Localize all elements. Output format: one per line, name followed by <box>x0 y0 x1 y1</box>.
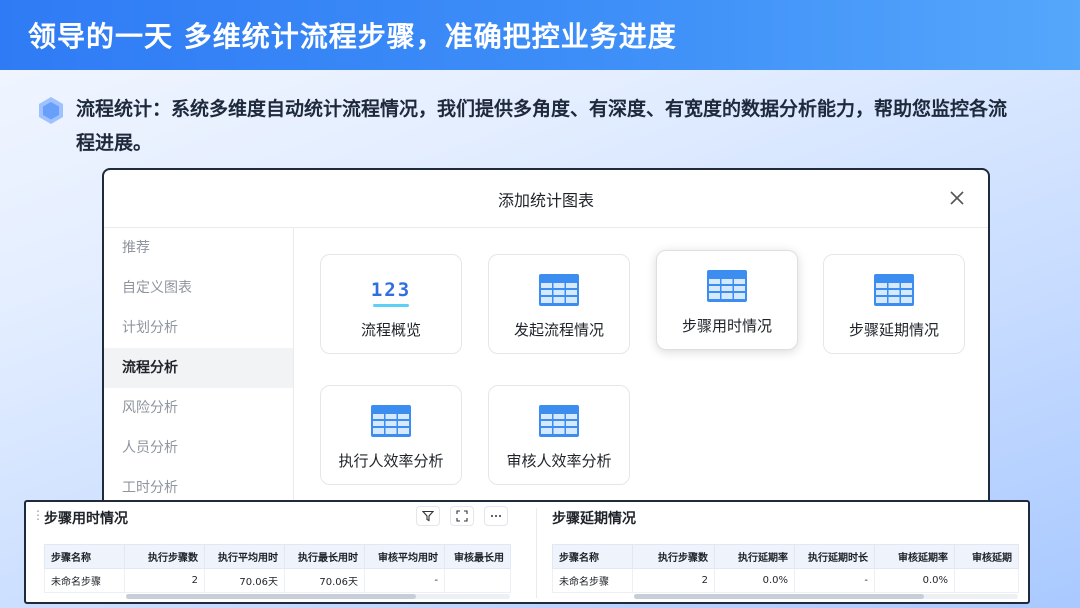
column-header[interactable]: 审核延期率 <box>874 544 955 569</box>
close-button[interactable] <box>946 187 968 209</box>
close-icon <box>950 191 964 205</box>
table-icon <box>371 405 411 437</box>
column-header[interactable]: 执行延期时长 <box>794 544 875 569</box>
card-step-delay[interactable]: 步骤延期情况 <box>823 254 965 354</box>
scrollbar-thumb[interactable] <box>634 594 924 599</box>
column-header[interactable]: 步骤名称 <box>44 544 125 569</box>
step-delay-panel: 步骤延期情况 步骤名称 执行步骤数 执行延期率 执行延期时长 审核延期率 审核延… <box>550 502 1030 602</box>
card-label: 审核人效率分析 <box>506 452 612 470</box>
card-label: 步骤延期情况 <box>848 321 939 339</box>
more-button[interactable] <box>484 506 508 526</box>
scrollbar-thumb[interactable] <box>126 594 416 599</box>
nav-item-risk-analysis[interactable]: 风险分析 <box>104 388 293 428</box>
column-header[interactable]: 执行步骤数 <box>124 544 205 569</box>
dashboard-panels: ⋮⋮ 步骤用时情况 步骤名称 执行步骤数 执行平均用时 执行最长用时 审核平均用… <box>24 500 1030 604</box>
panel-title: 步骤延期情况 <box>552 511 636 527</box>
card-initiated-process[interactable]: 发起流程情况 <box>488 254 630 354</box>
table-cell: - <box>364 568 445 593</box>
step-delay-table: 步骤名称 执行步骤数 执行延期率 执行延期时长 审核延期率 审核延期 未命名步骤… <box>552 544 1019 593</box>
slide-header: 领导的一天 多维统计流程步骤，准确把控业务进度 <box>0 0 1080 70</box>
table-cell: 70.06天 <box>204 568 285 593</box>
column-header[interactable]: 执行延期率 <box>714 544 795 569</box>
hexagon-icon <box>39 97 63 124</box>
modal-header: 添加统计图表 <box>104 170 988 228</box>
intro-text: 流程统计：系统多维度自动统计流程情况，我们提供多角度、有深度、有宽度的数据分析能… <box>76 98 1008 154</box>
table-cell <box>444 568 511 593</box>
table-icon <box>874 274 914 306</box>
card-step-duration[interactable]: 步骤用时情况 <box>656 250 798 350</box>
table-cell: 未命名步骤 <box>44 568 125 593</box>
column-header[interactable]: 审核延期 <box>954 544 1019 569</box>
step-duration-panel: ⋮⋮ 步骤用时情况 步骤名称 执行步骤数 执行平均用时 执行最长用时 审核平均用… <box>26 502 532 602</box>
card-label: 步骤用时情况 <box>681 317 772 335</box>
card-process-overview[interactable]: 123 流程概览 <box>320 254 462 354</box>
more-icon <box>491 515 501 517</box>
panel-divider <box>536 508 537 598</box>
column-header[interactable]: 审核最长用 <box>444 544 511 569</box>
chart-cards: 123 流程概览 发起流程情况 步骤用时情况 步骤延期情况 执行人效率分析 审核… <box>294 228 988 506</box>
expand-button[interactable] <box>450 506 474 526</box>
step-duration-table: 步骤名称 执行步骤数 执行平均用时 执行最长用时 审核平均用时 审核最长用 未命… <box>44 544 511 593</box>
nav-item-plan-analysis[interactable]: 计划分析 <box>104 308 293 348</box>
add-chart-modal: 添加统计图表 推荐 自定义图表 计划分析 流程分析 风险分析 人员分析 工时分析… <box>102 168 990 508</box>
category-nav: 推荐 自定义图表 计划分析 流程分析 风险分析 人员分析 工时分析 <box>104 228 294 506</box>
table-icon <box>539 274 579 306</box>
table-icon <box>707 270 747 302</box>
table-cell: - <box>794 568 875 593</box>
card-label: 流程概览 <box>360 321 421 339</box>
expand-icon <box>456 510 468 522</box>
filter-icon <box>422 510 434 522</box>
column-header[interactable]: 执行步骤数 <box>632 544 715 569</box>
card-executor-efficiency[interactable]: 执行人效率分析 <box>320 385 462 485</box>
modal-title: 添加统计图表 <box>497 190 594 210</box>
nav-item-process-analysis[interactable]: 流程分析 <box>104 348 293 388</box>
table-cell: 2 <box>632 568 715 593</box>
filter-button[interactable] <box>416 506 440 526</box>
horizontal-scrollbar[interactable] <box>126 594 510 599</box>
column-header[interactable]: 步骤名称 <box>552 544 633 569</box>
table-row[interactable]: 未命名步骤 2 70.06天 70.06天 - <box>44 568 511 593</box>
table-header-row: 步骤名称 执行步骤数 执行平均用时 执行最长用时 审核平均用时 审核最长用 <box>44 544 511 569</box>
column-header[interactable]: 执行平均用时 <box>204 544 285 569</box>
nav-item-recommend[interactable]: 推荐 <box>104 228 293 268</box>
table-cell: 未命名步骤 <box>552 568 633 593</box>
nav-item-custom-chart[interactable]: 自定义图表 <box>104 268 293 308</box>
column-header[interactable]: 执行最长用时 <box>284 544 365 569</box>
nav-item-staff-analysis[interactable]: 人员分析 <box>104 428 293 468</box>
table-row[interactable]: 未命名步骤 2 0.0% - 0.0% <box>552 568 1019 593</box>
horizontal-scrollbar[interactable] <box>634 594 1018 599</box>
card-reviewer-efficiency[interactable]: 审核人效率分析 <box>488 385 630 485</box>
table-cell: 0.0% <box>714 568 795 593</box>
table-header-row: 步骤名称 执行步骤数 执行延期率 执行延期时长 审核延期率 审核延期 <box>552 544 1019 569</box>
number-icon: 123 <box>370 279 412 307</box>
table-cell: 0.0% <box>874 568 955 593</box>
card-label: 执行人效率分析 <box>338 452 444 470</box>
slide-title: 领导的一天 多维统计流程步骤，准确把控业务进度 <box>28 20 677 53</box>
card-label: 发起流程情况 <box>513 321 604 339</box>
table-icon <box>539 405 579 437</box>
table-cell <box>954 568 1019 593</box>
table-cell: 2 <box>124 568 205 593</box>
panel-title: 步骤用时情况 <box>44 511 128 527</box>
table-cell: 70.06天 <box>284 568 365 593</box>
column-header[interactable]: 审核平均用时 <box>364 544 445 569</box>
